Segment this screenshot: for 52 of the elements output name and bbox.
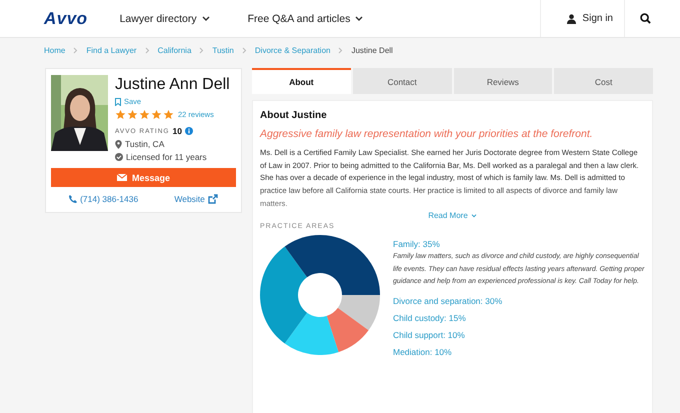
star-icon — [139, 109, 150, 120]
practice-area-label: Mediation: 10% — [393, 347, 453, 358]
breadcrumb-link[interactable]: Tustin — [212, 46, 234, 54]
breadcrumb-current: Justine Dell — [351, 46, 393, 54]
phone-link[interactable]: (714) 386-1436 — [69, 194, 138, 204]
phone-icon — [69, 195, 78, 203]
tagline: Aggressive family law representation with your priorities at the forefront. — [260, 128, 594, 140]
practice-area-label: Child support: 10% — [393, 330, 466, 340]
external-link-icon — [208, 194, 218, 204]
logo[interactable]: Avvo — [44, 8, 88, 28]
chevron-right-icon — [144, 46, 150, 54]
donut-slice — [326, 308, 369, 352]
chevron-right-icon — [73, 46, 78, 54]
star-icon — [151, 109, 162, 120]
message-button[interactable]: Message — [51, 168, 236, 187]
breadcrumb-link[interactable]: California — [158, 46, 192, 54]
tab[interactable]: Cost — [554, 68, 653, 94]
sign-in-button[interactable]: Sign in — [540, 0, 625, 37]
website-link[interactable]: Website — [174, 194, 218, 204]
tab[interactable]: Reviews — [454, 68, 552, 94]
rating-value: 10 — [172, 126, 182, 136]
chevron-right-icon — [199, 46, 204, 54]
nav-menu[interactable]: Lawyer directory — [120, 12, 210, 24]
chevron-right-icon — [338, 46, 344, 54]
chevron-down-icon — [355, 16, 364, 22]
location-pin-icon — [115, 140, 122, 148]
breadcrumb-link[interactable]: Find a Lawyer — [86, 46, 137, 54]
star-icon — [115, 109, 126, 120]
star-icon — [127, 109, 138, 120]
practice-area-label: Family: 35% — [393, 239, 441, 249]
tab[interactable]: Contact — [352, 68, 452, 94]
read-more-link[interactable]: Read More — [428, 211, 477, 220]
bookmark-icon — [115, 98, 121, 106]
search-icon — [640, 13, 650, 24]
practice-area-label: Divorce and separation: 30% — [393, 296, 504, 306]
section-heading: About Justine — [260, 110, 328, 121]
nav-menu[interactable]: Free Q&A and articles — [248, 12, 364, 24]
lawyer-name: Justine Ann Dell — [115, 76, 230, 94]
tab[interactable]: About — [252, 68, 351, 94]
chevron-right-icon — [242, 46, 247, 54]
breadcrumb-link[interactable]: Divorce & Separation — [254, 46, 330, 54]
star-icon — [163, 109, 174, 120]
practice-area-label: Child custody: 15% — [393, 313, 467, 324]
check-circle-icon — [115, 153, 123, 161]
breadcrumb-link[interactable]: Home — [44, 46, 66, 54]
person-icon — [567, 14, 576, 24]
location-text: Tustin, CA — [125, 139, 164, 149]
chevron-down-icon — [470, 214, 477, 218]
chevron-down-icon — [202, 16, 210, 22]
info-icon[interactable] — [184, 127, 193, 135]
envelope-icon — [116, 174, 127, 181]
license-text: Licensed for 11 years — [126, 152, 207, 162]
